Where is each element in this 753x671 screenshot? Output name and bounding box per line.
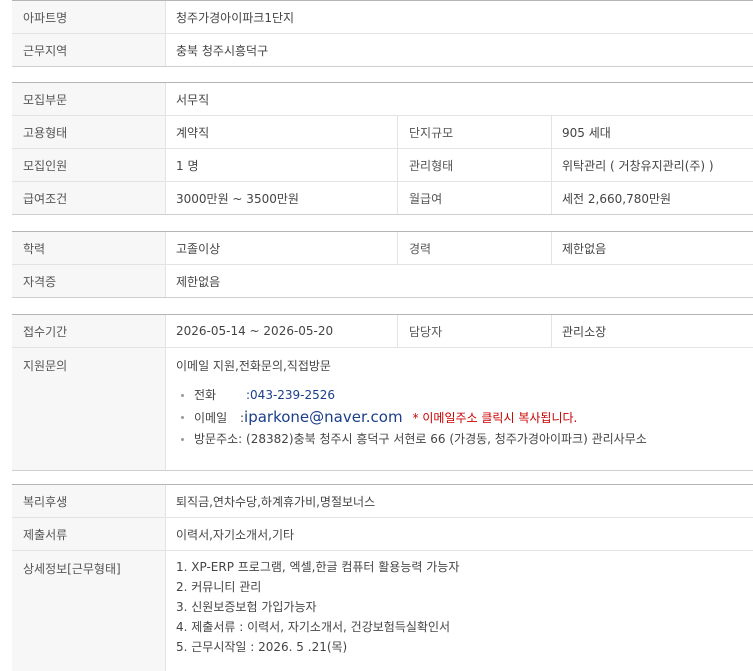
education-label: 학력 [12,232,166,264]
monthly-label: 월급여 [398,182,552,214]
salary-value: 3000만원 ~ 3500만원 [166,182,398,214]
phone-link[interactable]: :043-239-2526 [246,388,335,402]
email-copy-note: * 이메일주소 클릭시 복사됩니다. [412,411,578,425]
employ-label: 고용형태 [12,116,166,148]
row-welfare: 복리후생 퇴직금,연차수당,하계휴가비,명절보너스 [12,485,753,518]
cert-value: 제한없음 [176,274,221,289]
manage-label: 관리형태 [398,149,552,181]
row-inquiry: 지원문의 이메일 지원,전화문의,직접방문 전화 :043-239-2526 이메… [12,348,753,470]
dept-label: 모집부문 [12,83,166,115]
row-salary: 급여조건 3000만원 ~ 3500만원 월급여 세전 2,660,780만원 [12,182,753,214]
extra-info-table: 복리후생 퇴직금,연차수당,하계휴가비,명절보너스 제출서류 이력서,자기소개서… [12,484,753,671]
contact-list: 전화:043-239-2526 이메일:iparkone@naver.com * … [176,384,753,450]
education-value: 고졸이상 [166,232,398,264]
application-table: 접수기간 2026-05-14 ~ 2026-05-20 담당자 관리소장 지원… [12,314,753,471]
row-apartment: 아파트명 청주가경아이파크1단지 [12,1,753,34]
row-docs: 제출서류 이력서,자기소개서,기타 [12,518,753,551]
detail-label: 상세정보[근무형태] [12,551,166,671]
detail-line: 4. 제출서류 : 이력서, 자기소개서, 건강보험득실확인서 [176,620,451,634]
qualification-table: 학력 고졸이상 경력 제한없음 자격증 제한없음 [12,231,753,298]
row-count: 모집인원 1 명 관리형태 위탁관리 ( 거창유지관리(주) ) [12,149,753,182]
apartment-label: 아파트명 [12,1,166,33]
detail-line: 5. 근무시작일 : 2026. 5 .21(목) [176,640,348,654]
row-dept: 모집부문 서무직 [12,83,753,116]
contact-phone: 전화 :043-239-2526 [176,384,753,406]
row-cert: 자격증 제한없음 [12,265,753,297]
manage-value: 위탁관리 ( 거창유지관리(주) ) [562,158,714,173]
detail-line: 3. 신원보증보험 가입가능자 [176,600,317,614]
email-link[interactable]: iparkone@naver.com [244,408,403,426]
detail-list: 1. XP-ERP 프로그램, 엑셀,한글 컴퓨터 활용능력 가능자 2. 커뮤… [166,551,753,671]
region-label: 근무지역 [12,34,166,66]
row-detail: 상세정보[근무형태] 1. XP-ERP 프로그램, 엑셀,한글 컴퓨터 활용능… [12,551,753,671]
scale-label: 단지규모 [398,116,552,148]
manager-label: 담당자 [398,315,552,347]
contact-email: 이메일:iparkone@naver.com * 이메일주소 클릭시 복사됩니다. [176,406,753,428]
welfare-value: 퇴직금,연차수당,하계휴가비,명절보너스 [176,494,376,509]
contact-visit: 방문주소: (28382)충북 청주시 흥덕구 서현로 66 (가경동, 청주가… [176,428,753,450]
scale-value: 905 세대 [562,125,611,140]
career-value: 제한없음 [562,241,607,256]
row-employ: 고용형태 계약직 단지규모 905 세대 [12,116,753,149]
monthly-value: 세전 2,660,780만원 [562,191,672,206]
career-label: 경력 [398,232,552,264]
region-value: 충북 청주시흥덕구 [176,43,269,58]
count-label: 모집인원 [12,149,166,181]
phone-label: 전화 [194,388,217,402]
docs-value: 이력서,자기소개서,기타 [176,527,295,542]
detail-line: 2. 커뮤니티 관리 [176,580,262,594]
count-value: 1 명 [166,149,398,181]
detail-line: 1. XP-ERP 프로그램, 엑셀,한글 컴퓨터 활용능력 가능자 [176,560,460,574]
welfare-label: 복리후생 [12,485,166,517]
inquiry-label: 지원문의 [12,348,166,470]
apartment-info-table: 아파트명 청주가경아이파크1단지 근무지역 충북 청주시흥덕구 [12,0,753,67]
row-region: 근무지역 충북 청주시흥덕구 [12,34,753,66]
recruit-info-table: 모집부문 서무직 고용형태 계약직 단지규모 905 세대 모집인원 1 명 관… [12,82,753,215]
cert-label: 자격증 [12,265,166,297]
period-label: 접수기간 [12,315,166,347]
manager-value: 관리소장 [562,324,607,339]
docs-label: 제출서류 [12,518,166,550]
dept-value: 서무직 [176,92,210,107]
visit-label: 방문주소 [194,432,239,446]
inquiry-methods: 이메일 지원,전화문의,직접방문 [176,359,331,373]
row-education: 학력 고졸이상 경력 제한없음 [12,232,753,265]
row-period: 접수기간 2026-05-14 ~ 2026-05-20 담당자 관리소장 [12,315,753,348]
period-value: 2026-05-14 ~ 2026-05-20 [166,315,398,347]
email-label: 이메일 [194,411,228,425]
inquiry-block: 이메일 지원,전화문의,직접방문 전화:043-239-2526 이메일:ipa… [166,348,753,470]
visit-address: : (28382)충북 청주시 흥덕구 서현로 66 (가경동, 청주가경아이파… [238,432,647,446]
apartment-value: 청주가경아이파크1단지 [176,10,295,25]
salary-label: 급여조건 [12,182,166,214]
employ-value: 계약직 [166,116,398,148]
